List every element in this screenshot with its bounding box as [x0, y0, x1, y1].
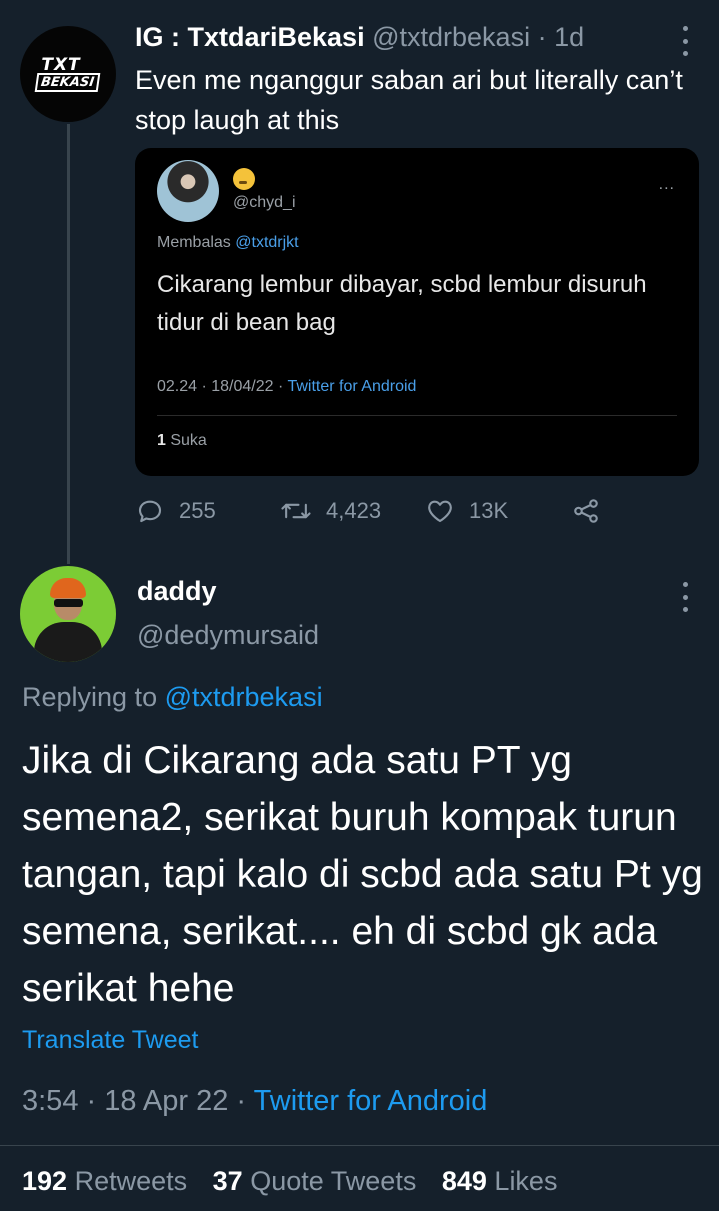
- quote-tweets-stat[interactable]: 37 Quote Tweets: [213, 1166, 417, 1196]
- embedded-time: 02.24 · 18/04/22 ·: [157, 378, 284, 395]
- reply-source[interactable]: Twitter for Android: [254, 1085, 488, 1117]
- embedded-divider: [157, 415, 677, 416]
- reply-meta: 3:54 · 18 Apr 22 · Twitter for Android: [22, 1085, 487, 1118]
- parent-time-ago[interactable]: 1d: [554, 22, 584, 52]
- parent-tweet-header: IG : TxtdariBekasi @txtdrbekasi · 1d: [135, 22, 584, 53]
- embedded-meta: 02.24 · 18/04/22 · Twitter for Android: [157, 378, 416, 396]
- translate-tweet-link[interactable]: Translate Tweet: [22, 1026, 198, 1055]
- stats-divider: [0, 1145, 719, 1146]
- parent-display-name[interactable]: IG : TxtdariBekasi: [135, 22, 365, 52]
- engagement-stats: 192 Retweets 37 Quote Tweets 849 Likes: [22, 1166, 557, 1197]
- retweet-icon: [281, 503, 311, 519]
- reply-time[interactable]: 3:54 · 18 Apr 22 ·: [22, 1085, 246, 1117]
- retweet-count: 4,423: [326, 498, 382, 523]
- retweet-button[interactable]: 4,423: [280, 496, 381, 526]
- likes-stat[interactable]: 849 Likes: [442, 1166, 558, 1196]
- embedded-reply-to: @txtdrjkt: [235, 234, 299, 251]
- avatar-logo-text: TXT: [41, 54, 81, 75]
- share-icon: [574, 499, 598, 523]
- replying-to-line: Replying to @txtdrbekasi: [22, 682, 323, 713]
- embedded-tweet-text: Cikarang lembur dibayar, scbd lembur dis…: [157, 271, 647, 336]
- reply-button[interactable]: 255: [135, 496, 216, 526]
- embedded-tweet-image[interactable]: @chyd_i ... Membalas @txtdrjkt Cikarang …: [135, 148, 699, 476]
- reply-icon: [138, 500, 162, 523]
- avatar-figure-glasses: [54, 599, 83, 607]
- reply-avatar[interactable]: [20, 566, 116, 662]
- thinking-face-emoji-icon: [233, 168, 255, 190]
- reply-handle[interactable]: @dedymursaid: [137, 620, 319, 651]
- reply-more-menu-icon[interactable]: [675, 582, 695, 612]
- replying-prefix: Replying to: [22, 682, 158, 712]
- replying-to-handle[interactable]: @txtdrbekasi: [165, 682, 323, 712]
- embedded-source: Twitter for Android: [287, 378, 417, 395]
- embedded-likes-count: 1: [157, 432, 166, 449]
- embedded-handle: @chyd_i: [233, 194, 296, 211]
- reply-display-name[interactable]: daddy: [137, 576, 217, 607]
- avatar-logo-text-box: BEKASI: [35, 72, 101, 92]
- parent-more-menu-icon[interactable]: [675, 26, 695, 56]
- header-separator: ·: [537, 22, 547, 52]
- parent-tweet-text: Even me nganggur saban ari but literally…: [135, 65, 683, 135]
- thread-connector-line: [67, 124, 70, 564]
- reply-count: 255: [179, 498, 216, 523]
- embedded-avatar: [157, 160, 219, 222]
- embedded-replying-line: Membalas @txtdrjkt: [157, 234, 299, 252]
- heart-icon: [428, 500, 452, 523]
- embedded-reply-prefix: Membalas: [157, 234, 231, 251]
- avatar-figure-body: [34, 622, 102, 662]
- embedded-likes: 1 Suka: [157, 432, 207, 450]
- avatar-figure-beanie: [50, 578, 86, 598]
- reply-tweet-text: Jika di Cikarang ada satu PT yg semena2,…: [22, 739, 703, 1010]
- like-count: 13K: [469, 498, 509, 523]
- retweets-stat[interactable]: 192 Retweets: [22, 1166, 187, 1196]
- embedded-likes-label: Suka: [170, 432, 207, 449]
- like-button[interactable]: 13K: [425, 496, 508, 526]
- embedded-more-icon: ...: [658, 176, 675, 193]
- parent-handle[interactable]: @txtdrbekasi: [372, 22, 530, 52]
- share-button[interactable]: [571, 496, 601, 526]
- parent-avatar[interactable]: TXT BEKASI: [20, 26, 116, 122]
